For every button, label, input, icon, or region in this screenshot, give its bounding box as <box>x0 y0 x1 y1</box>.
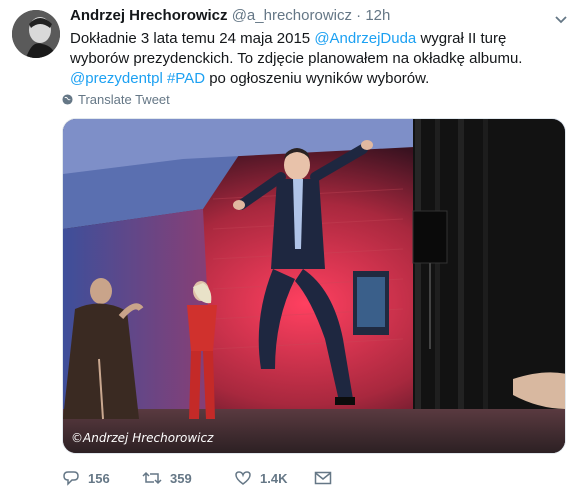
separator-dot: · <box>356 7 362 24</box>
translate-tweet-button[interactable]: Translate Tweet <box>62 92 170 107</box>
tweet-text: Dokładnie 3 lata temu 24 maja 2015 @Andr… <box>70 29 564 89</box>
direct-message-button[interactable] <box>314 471 354 485</box>
reply-button[interactable]: 156 <box>62 470 142 486</box>
reply-count: 156 <box>88 470 110 486</box>
tweet-actions: 156 359 1.4K <box>62 470 354 486</box>
mention-link[interactable]: @prezydentpl <box>70 70 163 87</box>
reply-icon <box>63 471 79 486</box>
retweet-button[interactable]: 359 <box>142 470 234 486</box>
tweet-text-part: Dokładnie 3 lata temu 24 maja 2015 <box>70 30 315 47</box>
retweet-count: 359 <box>170 470 192 486</box>
translate-label: Translate Tweet <box>78 92 170 107</box>
tweet-timestamp[interactable]: 12h <box>365 7 390 24</box>
mail-icon <box>314 471 332 485</box>
mention-link[interactable]: @AndrzejDuda <box>314 30 416 47</box>
tweet-header: Andrzej Hrechorowicz @a_hrechorowicz · 1… <box>70 6 548 26</box>
like-button[interactable]: 1.4K <box>234 470 314 486</box>
avatar[interactable] <box>12 10 60 58</box>
author-handle[interactable]: @a_hrechorowicz <box>232 7 352 24</box>
author-name[interactable]: Andrzej Hrechorowicz <box>70 7 228 24</box>
photo-caption: ©Andrzej Hrechorowicz <box>71 431 214 445</box>
globe-icon <box>62 94 73 105</box>
heart-icon <box>235 471 251 485</box>
hashtag-link[interactable]: #PAD <box>167 70 205 87</box>
retweet-icon <box>142 471 162 485</box>
chevron-down-icon[interactable] <box>554 12 568 24</box>
tweet-text-part: po ogłoszeniu wyników wyborów. <box>205 70 430 87</box>
like-count: 1.4K <box>260 470 288 486</box>
tweet-photo[interactable]: ©Andrzej Hrechorowicz <box>62 118 566 454</box>
